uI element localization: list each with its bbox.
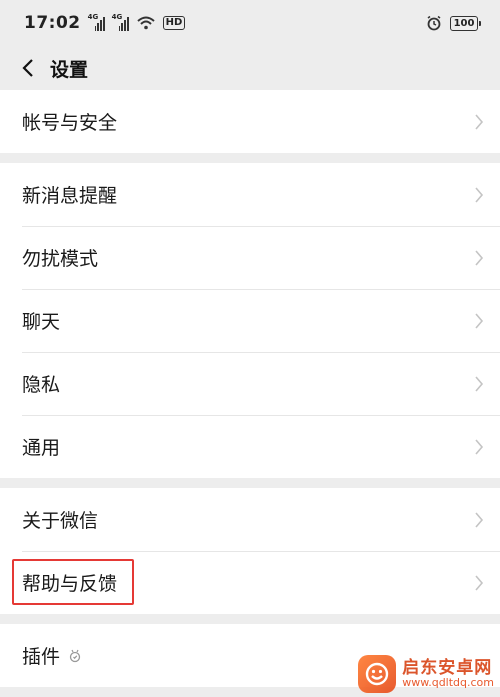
watermark-text: 启东安卓网 www.qdltdq.com xyxy=(402,657,494,690)
network-tag: 4G xyxy=(87,13,99,21)
chevron-right-icon xyxy=(475,574,484,591)
settings-item-label: 帮助与反馈 xyxy=(22,573,118,595)
settings-item-label: 勿扰模式 xyxy=(22,248,99,270)
cell-signal-icon: 4G xyxy=(87,13,105,31)
settings-item-label: 新消息提醒 xyxy=(22,185,118,207)
chevron-right-icon xyxy=(475,113,484,130)
settings-item-label: 通用 xyxy=(22,437,61,459)
chevron-right-icon xyxy=(475,375,484,392)
hd-badge: HD xyxy=(162,16,186,30)
nav-bar: 设置 xyxy=(0,46,500,90)
chevron-right-icon xyxy=(475,312,484,329)
status-right: 100 xyxy=(426,15,481,31)
settings-item-general[interactable]: 通用 xyxy=(0,415,500,478)
cell-signal-2-icon: 4G xyxy=(111,13,129,31)
settings-group-general: 新消息提醒 勿扰模式 聊天 隐私 通用 xyxy=(0,163,500,478)
settings-screen: 17:02 4G 4G HD 100 设置 帐号与安全 新消息提醒 勿扰模式 聊… xyxy=(0,0,500,697)
battery-icon: 100 xyxy=(450,15,481,31)
wifi-icon xyxy=(136,16,155,30)
chevron-right-icon xyxy=(475,186,484,203)
settings-item-label: 插件 xyxy=(22,646,61,668)
settings-item-label: 帐号与安全 xyxy=(22,112,118,134)
page-title: 设置 xyxy=(50,58,89,81)
settings-item-label: 关于微信 xyxy=(22,510,99,532)
watermark-logo-icon xyxy=(358,655,397,693)
network-tag-2: 4G xyxy=(111,13,123,21)
settings-item-about-wechat[interactable]: 关于微信 xyxy=(0,488,500,551)
alarm-icon xyxy=(427,15,441,31)
settings-item-help-feedback[interactable]: 帮助与反馈 xyxy=(0,551,500,614)
status-left: 17:02 4G 4G HD xyxy=(24,13,186,33)
status-bar: 17:02 4G 4G HD 100 xyxy=(0,0,500,46)
watermark-url: www.qdltdq.com xyxy=(402,676,494,690)
settings-group-about: 关于微信 帮助与反馈 xyxy=(0,488,500,614)
back-button[interactable] xyxy=(18,56,38,80)
chevron-left-icon xyxy=(22,59,33,77)
watermark-title: 启东安卓网 xyxy=(402,657,493,678)
chevron-right-icon xyxy=(475,511,484,528)
settings-item-label: 隐私 xyxy=(22,374,61,396)
settings-item-privacy[interactable]: 隐私 xyxy=(0,352,500,415)
settings-item-chat[interactable]: 聊天 xyxy=(0,289,500,352)
settings-group-account: 帐号与安全 xyxy=(0,90,500,153)
plugin-icon xyxy=(69,649,81,662)
chevron-right-icon xyxy=(475,249,484,266)
settings-item-account-security[interactable]: 帐号与安全 xyxy=(0,90,500,153)
settings-item-new-message[interactable]: 新消息提醒 xyxy=(0,163,500,226)
watermark: 启东安卓网 www.qdltdq.com xyxy=(358,655,494,693)
settings-item-do-not-disturb[interactable]: 勿扰模式 xyxy=(0,226,500,289)
chevron-right-icon xyxy=(475,438,484,455)
status-time: 17:02 xyxy=(24,13,81,33)
settings-item-label: 聊天 xyxy=(22,311,61,333)
